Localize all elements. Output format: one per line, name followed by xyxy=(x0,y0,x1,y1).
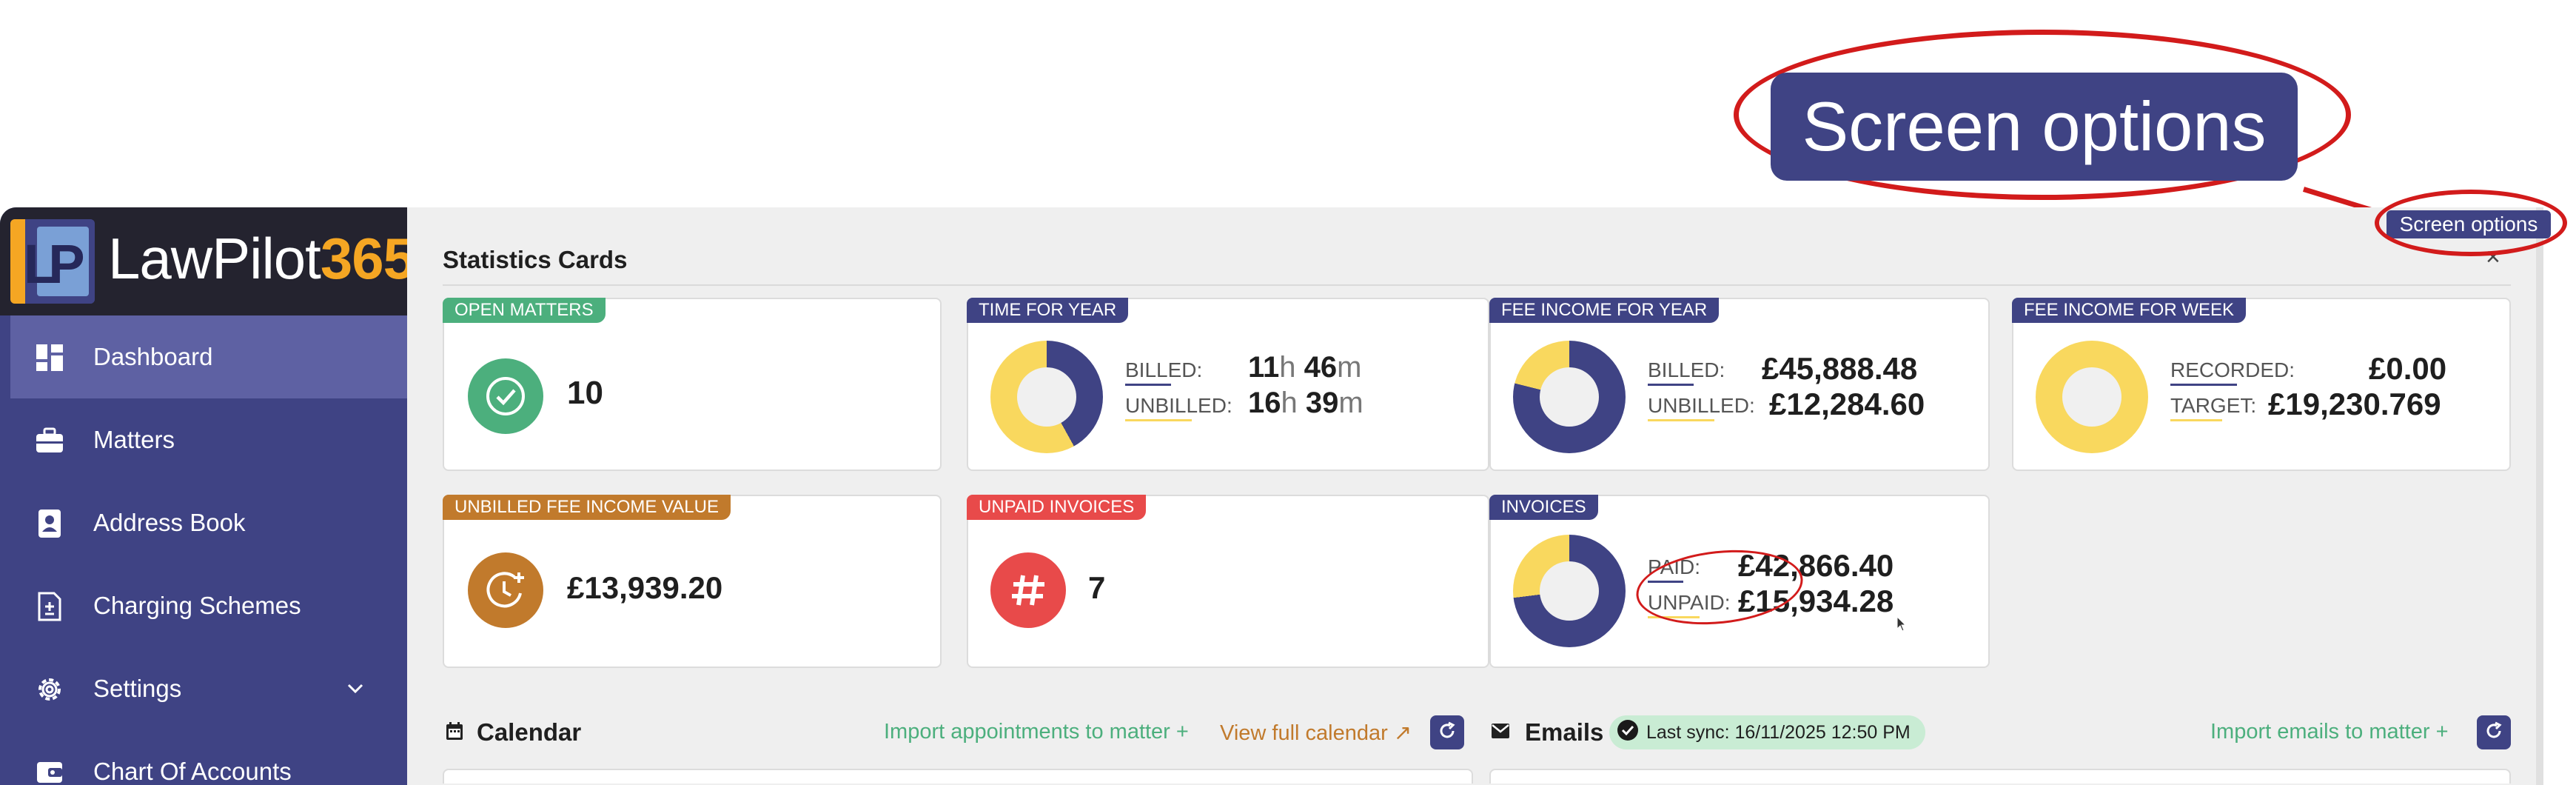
card-tag: FEE INCOME FOR WEEK xyxy=(2012,298,2247,323)
brand-logo-text[interactable]: LawPilot365 xyxy=(108,225,415,293)
target-value: £19,230.769 xyxy=(2268,387,2441,421)
billed-value: £45,888.48 xyxy=(1762,351,1918,386)
time-donut-chart xyxy=(990,341,1103,453)
fee-document-icon xyxy=(34,591,65,622)
card-fee-income-week: FEE INCOME FOR WEEK RECORDED: TARGET: £0… xyxy=(2012,298,2511,471)
unbilled-time: 16h 39m xyxy=(1248,387,1364,419)
sidebar-item-address-book[interactable]: Address Book xyxy=(0,481,407,564)
card-open-matters: OPEN MATTERS 10 xyxy=(443,298,942,471)
card-invoices: INVOICES PAID: UNPAID: £42,866.40 £15,93… xyxy=(1489,495,1990,668)
unbilled-value: £12,284.60 xyxy=(1769,387,1925,421)
stats-section-title: Statistics Cards xyxy=(443,246,628,273)
check-circle-icon xyxy=(1617,719,1639,746)
card-tag: TIME FOR YEAR xyxy=(967,298,1129,323)
card-unpaid-invoices: UNPAID INVOICES 7 xyxy=(967,495,1489,668)
check-circle-icon xyxy=(468,358,543,434)
sidebar-item-label: Address Book xyxy=(93,509,246,536)
unpaid-invoices-count: 7 xyxy=(1088,570,1106,605)
fee-week-donut-chart xyxy=(2036,341,2148,453)
sidebar-item-label: Dashboard xyxy=(93,343,213,370)
main-content: Statistics Cards × OPEN MATTERS 10 TIME … xyxy=(407,207,2539,785)
last-sync-badge: Last sync: 16/11/2025 12:50 PM xyxy=(1609,715,1925,749)
fee-year-donut-chart xyxy=(1513,341,1626,453)
app-root: Screen options LP LawPilot365 Dashboard … xyxy=(0,0,2576,785)
import-appointments-link[interactable]: Import appointments to matter + xyxy=(884,720,1189,744)
card-unbilled-fee-income: UNBILLED FEE INCOME VALUE £13,939.20 xyxy=(443,495,942,668)
import-emails-link[interactable]: Import emails to matter + xyxy=(2210,720,2449,744)
brand-header: LP LawPilot365 xyxy=(0,207,415,315)
billed-label: BILLED: xyxy=(1125,358,1203,381)
scrollbar[interactable] xyxy=(2536,207,2543,785)
screen-options-button-zoomed: Screen options xyxy=(1771,73,2298,181)
card-tag: INVOICES xyxy=(1489,495,1598,520)
hash-icon xyxy=(990,552,1066,628)
gear-icon xyxy=(34,674,65,705)
annotation-ellipse-screen-options xyxy=(2375,190,2567,256)
time-stats: BILLED: UNBILLED: 11h 46m 16h 39m xyxy=(1125,351,1480,432)
sidebar-item-label: Chart Of Accounts xyxy=(93,758,292,785)
refresh-emails-button[interactable] xyxy=(2477,715,2511,749)
emails-panel xyxy=(1489,769,2511,784)
wallet-icon xyxy=(34,757,65,785)
card-tag: UNBILLED FEE INCOME VALUE xyxy=(443,495,731,520)
sidebar-item-label: Matters xyxy=(93,426,175,453)
fee-week-stats: RECORDED: TARGET: £0.00 £19,230.769 xyxy=(2170,351,2503,432)
sidebar-item-charging-schemes[interactable]: Charging Schemes xyxy=(0,564,407,647)
sidebar-item-settings[interactable]: Settings xyxy=(0,647,407,730)
calendar-panel xyxy=(443,769,1473,784)
billed-label: BILLED: xyxy=(1648,358,1725,381)
sidebar-nav: Dashboard Matters Address Book Charging … xyxy=(0,315,407,785)
plus-icon: + xyxy=(1175,720,1189,744)
divider xyxy=(443,284,2511,286)
mail-icon xyxy=(1491,723,1510,743)
card-tag: OPEN MATTERS xyxy=(443,298,606,323)
recorded-value: £0.00 xyxy=(2369,351,2447,386)
billed-time: 11h 46m xyxy=(1248,351,1362,384)
fee-year-stats: BILLED: UNBILLED: £45,888.48 £12,284.60 xyxy=(1648,351,1988,432)
calendar-icon xyxy=(446,721,463,744)
card-tag: UNPAID INVOICES xyxy=(967,495,1147,520)
card-time-for-year: TIME FOR YEAR BILLED: UNBILLED: 11h 46m … xyxy=(967,298,1489,471)
plus-icon: + xyxy=(2435,720,2449,744)
brand-logo-mark: LP xyxy=(10,219,95,304)
clock-plus-icon xyxy=(468,552,543,628)
card-fee-income-year: FEE INCOME FOR YEAR BILLED: UNBILLED: £4… xyxy=(1489,298,1990,471)
refresh-calendar-button[interactable] xyxy=(1430,715,1464,749)
unbilled-fee-value: £13,939.20 xyxy=(567,570,723,605)
sidebar-item-label: Settings xyxy=(93,675,182,702)
view-full-calendar-link[interactable]: View full calendar ↗ xyxy=(1220,720,1412,746)
unbilled-label: UNBILLED: xyxy=(1125,394,1232,417)
sidebar: LP LawPilot365 Dashboard Matters Address… xyxy=(0,207,415,785)
refresh-icon xyxy=(2484,721,2503,744)
sidebar-item-dashboard[interactable]: Dashboard xyxy=(0,315,407,398)
mouse-cursor-icon xyxy=(1896,615,1907,636)
sidebar-item-label: Charging Schemes xyxy=(93,592,301,619)
unbilled-label: UNBILLED: xyxy=(1648,394,1755,417)
arrow-up-right-icon: ↗ xyxy=(1393,721,1412,745)
contact-book-icon xyxy=(34,508,65,539)
invoices-donut-chart xyxy=(1513,535,1626,647)
sidebar-item-chart-of-accounts[interactable]: Chart Of Accounts xyxy=(0,730,407,785)
chevron-down-icon xyxy=(345,677,366,705)
open-matters-count: 10 xyxy=(567,375,603,411)
refresh-icon xyxy=(1438,721,1457,744)
dashboard-icon xyxy=(34,342,65,373)
briefcase-icon xyxy=(34,425,65,456)
card-tag: FEE INCOME FOR YEAR xyxy=(1489,298,1720,323)
recorded-label: RECORDED: xyxy=(2170,358,2295,381)
sidebar-item-matters[interactable]: Matters xyxy=(0,398,407,481)
target-label: TARGET: xyxy=(2170,394,2257,417)
calendar-title: Calendar xyxy=(477,718,582,746)
emails-title: Emails xyxy=(1525,718,1604,746)
